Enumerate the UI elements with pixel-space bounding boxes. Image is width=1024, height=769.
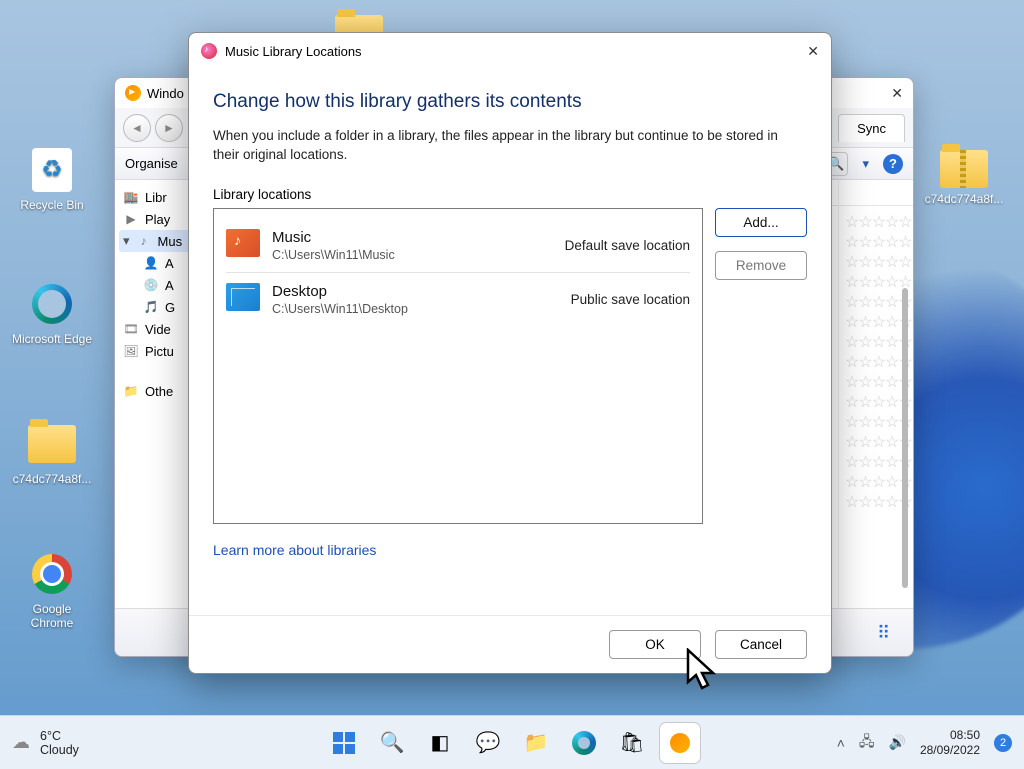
location-name: Music xyxy=(272,229,553,246)
dialog-description: When you include a folder in a library, … xyxy=(213,127,807,165)
music-folder-icon xyxy=(226,229,260,257)
taskbar-weather: Cloudy xyxy=(40,743,79,757)
nav-forward-button[interactable]: ► xyxy=(155,114,183,142)
taskbar[interactable]: ☁ 6°C Cloudy 🔍 ◧ 💬 📁 🛍 ˄ 🖧 🔊 08:50 28/09… xyxy=(0,715,1024,769)
video-icon: 🎞 xyxy=(123,321,139,337)
taskbar-time: 08:50 xyxy=(920,728,980,742)
zip-folder-icon xyxy=(940,150,988,188)
pictures-icon: 🖼 xyxy=(123,343,139,359)
cloud-icon: ☁ xyxy=(12,732,30,753)
recycle-bin-label: Recycle Bin xyxy=(10,198,94,212)
dialog-heading: Change how this library gathers its cont… xyxy=(213,91,807,113)
library-icon: 🏬 xyxy=(123,189,139,205)
location-path: C:\Users\Win11\Music xyxy=(272,248,553,262)
add-button[interactable]: Add... xyxy=(715,208,807,237)
desktop-folder-1[interactable]: c74dc774a8f... xyxy=(10,420,94,486)
task-view-button[interactable]: ◧ xyxy=(420,723,460,763)
taskbar-wmp-icon[interactable] xyxy=(660,723,700,763)
location-entry-desktop[interactable]: Desktop C:\Users\Win11\Desktop Public sa… xyxy=(226,273,690,326)
genre-icon: 🎵 xyxy=(143,299,159,315)
notification-badge[interactable]: 2 xyxy=(994,734,1012,752)
chrome-label: Google Chrome xyxy=(10,602,94,630)
volume-icon[interactable]: 🔊 xyxy=(889,734,906,751)
edge-label: Microsoft Edge xyxy=(10,332,94,346)
library-locations-dialog: Music Library Locations ✕ Change how thi… xyxy=(188,32,832,674)
dropdown-chevron-icon[interactable]: ▾ xyxy=(862,156,869,172)
taskbar-chat-icon[interactable]: 💬 xyxy=(468,723,508,763)
tray-overflow-icon[interactable]: ˄ xyxy=(837,735,845,751)
start-button[interactable] xyxy=(324,723,364,763)
zipfolder-label: c74dc774a8f... xyxy=(922,192,1006,206)
taskbar-edge-icon[interactable] xyxy=(564,723,604,763)
learn-more-link[interactable]: Learn more about libraries xyxy=(213,542,807,558)
desktop-zip-folder[interactable]: c74dc774a8f... xyxy=(922,150,1006,206)
desktop-recycle-bin[interactable]: Recycle Bin xyxy=(10,146,94,212)
folder1-label: c74dc774a8f... xyxy=(10,472,94,486)
library-locations-label: Library locations xyxy=(213,187,807,202)
taskbar-explorer-icon[interactable]: 📁 xyxy=(516,723,556,763)
taskbar-date: 28/09/2022 xyxy=(920,743,980,757)
switch-view-icon[interactable]: ⠿ xyxy=(877,623,897,643)
other-icon: 📁 xyxy=(123,383,139,399)
wmp-tab-sync[interactable]: Sync xyxy=(838,114,905,142)
location-entry-music[interactable]: Music C:\Users\Win11\Music Default save … xyxy=(226,219,690,273)
wmp-app-icon xyxy=(125,85,141,101)
desktop-folder-icon xyxy=(226,283,260,311)
location-name: Desktop xyxy=(272,283,559,300)
dialog-close-button[interactable]: ✕ xyxy=(807,43,819,60)
album-icon: 💿 xyxy=(143,277,159,293)
network-icon[interactable]: 🖧 xyxy=(859,731,875,755)
location-status: Public save location xyxy=(571,292,690,307)
dialog-title: Music Library Locations xyxy=(225,44,362,59)
remove-button[interactable]: Remove xyxy=(715,251,807,280)
nav-back-button[interactable]: ◄ xyxy=(123,114,151,142)
location-status: Default save location xyxy=(565,238,690,253)
recycle-bin-icon xyxy=(32,148,72,192)
wmp-help-button[interactable]: ? xyxy=(883,154,903,174)
location-path: C:\Users\Win11\Desktop xyxy=(272,302,559,316)
taskbar-temp: 6°C xyxy=(40,729,79,743)
desktop-edge[interactable]: Microsoft Edge xyxy=(10,280,94,346)
playlist-icon: ▶ xyxy=(123,211,139,227)
desktop-chrome[interactable]: Google Chrome xyxy=(10,550,94,630)
wmp-close-button[interactable]: ✕ xyxy=(891,85,903,102)
library-locations-list[interactable]: Music C:\Users\Win11\Music Default save … xyxy=(213,208,703,524)
ok-button[interactable]: OK xyxy=(609,630,701,659)
taskbar-clock[interactable]: 08:50 28/09/2022 xyxy=(920,728,980,757)
scrollbar-thumb[interactable] xyxy=(902,288,908,588)
taskbar-store-icon[interactable]: 🛍 xyxy=(612,723,652,763)
edge-icon xyxy=(32,284,72,324)
music-icon: ♪ xyxy=(136,233,152,249)
folder-icon xyxy=(28,425,76,463)
taskbar-search-button[interactable]: 🔍 xyxy=(372,723,412,763)
artist-icon: 👤 xyxy=(143,255,159,271)
wmp-title-text: Windo xyxy=(147,86,184,101)
chrome-icon xyxy=(32,554,72,594)
taskbar-weather-widget[interactable]: ☁ 6°C Cloudy xyxy=(12,729,79,757)
dialog-app-icon xyxy=(201,43,217,59)
cancel-button[interactable]: Cancel xyxy=(715,630,807,659)
wmp-organise-menu[interactable]: Organise xyxy=(125,156,178,171)
